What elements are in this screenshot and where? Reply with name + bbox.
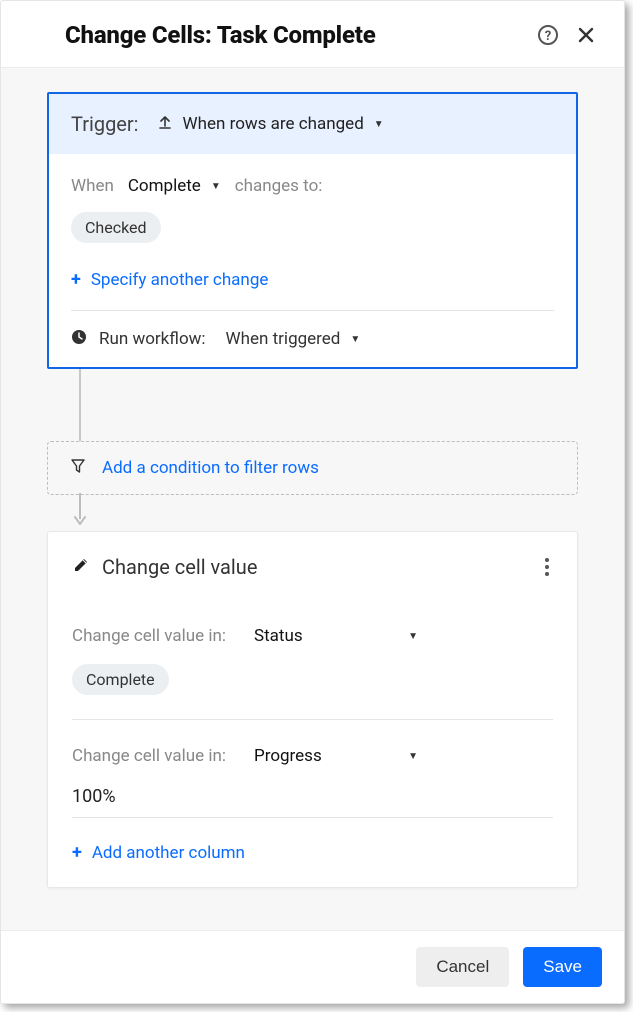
chevron-down-icon: ▼ [211, 181, 221, 192]
run-schedule-select[interactable]: When triggered ▼ [226, 329, 361, 349]
dialog-body: Trigger: When rows are changed ▼ When Co… [1, 68, 624, 930]
trigger-type-select[interactable]: When rows are changed ▼ [157, 114, 384, 134]
field-value-text[interactable]: 100% [72, 770, 553, 818]
action-field-row: Change cell value in: Status ▼ [72, 616, 553, 650]
field-value-row: Complete [72, 664, 553, 695]
clock-icon [71, 329, 87, 349]
close-icon[interactable] [576, 25, 596, 45]
add-change-label: Specify another change [91, 270, 269, 290]
connector [47, 369, 578, 441]
svg-text:?: ? [545, 29, 551, 44]
save-button[interactable]: Save [523, 947, 602, 987]
trigger-type-label: When rows are changed [183, 114, 364, 134]
trigger-header: Trigger: When rows are changed ▼ [49, 94, 576, 154]
dialog-header: Change Cells: Task Complete ? [1, 1, 624, 68]
dialog-footer: Cancel Save [1, 930, 624, 1003]
column-select[interactable]: Progress ▼ [254, 742, 424, 770]
trigger-body: When Complete ▼ changes to: Checked + Sp… [49, 154, 576, 367]
when-column-select[interactable]: Complete ▼ [128, 176, 221, 196]
field-label: Change cell value in: [72, 746, 232, 766]
divider [72, 719, 553, 720]
filter-condition-box[interactable]: Add a condition to filter rows [47, 441, 578, 495]
trigger-card[interactable]: Trigger: When rows are changed ▼ When Co… [47, 92, 578, 369]
column-select-value: Status [254, 626, 303, 646]
trigger-value-row: Checked [71, 196, 554, 243]
plus-icon: + [71, 269, 81, 290]
workflow-dialog: Change Cells: Task Complete ? Trigger: W… [0, 0, 625, 1004]
run-label: Run workflow: [99, 329, 206, 349]
field-value-chip[interactable]: Complete [72, 664, 169, 695]
dialog-title: Change Cells: Task Complete [65, 21, 376, 49]
filter-icon [70, 458, 86, 478]
changes-to-label: changes to: [235, 176, 323, 196]
add-column-label: Add another column [92, 843, 245, 863]
pencil-icon [72, 556, 90, 578]
trigger-label: Trigger: [71, 112, 139, 136]
chevron-down-icon: ▼ [408, 631, 418, 642]
action-title: Change cell value [102, 555, 257, 579]
when-label: When [71, 176, 114, 196]
action-field-row: Change cell value in: Progress ▼ [72, 736, 553, 770]
action-menu-button[interactable] [541, 554, 553, 580]
header-actions: ? [538, 25, 596, 45]
add-column-link[interactable]: + Add another column [72, 842, 553, 863]
plus-icon: + [72, 842, 82, 863]
when-column-value: Complete [128, 176, 201, 196]
action-card: Change cell value Change cell value in: … [47, 531, 578, 888]
filter-link-label: Add a condition to filter rows [102, 458, 319, 478]
add-change-link[interactable]: + Specify another change [71, 269, 554, 290]
run-workflow-row: Run workflow: When triggered ▼ [71, 311, 554, 349]
arrow-down-icon [73, 493, 87, 527]
connector-line [79, 369, 81, 441]
action-header: Change cell value [72, 554, 553, 580]
when-row: When Complete ▼ changes to: [71, 176, 554, 196]
column-select-value: Progress [254, 746, 322, 766]
run-schedule-value: When triggered [226, 329, 341, 349]
cancel-button[interactable]: Cancel [416, 947, 509, 987]
field-label: Change cell value in: [72, 626, 232, 646]
chevron-down-icon: ▼ [408, 751, 418, 762]
action-title-wrap: Change cell value [72, 555, 257, 579]
column-select[interactable]: Status ▼ [254, 622, 424, 650]
help-icon[interactable]: ? [538, 25, 558, 45]
trigger-value-chip[interactable]: Checked [71, 212, 161, 243]
connector-arrow [47, 495, 578, 531]
upload-icon [157, 114, 173, 134]
chevron-down-icon: ▼ [374, 119, 384, 130]
chevron-down-icon: ▼ [350, 334, 360, 345]
